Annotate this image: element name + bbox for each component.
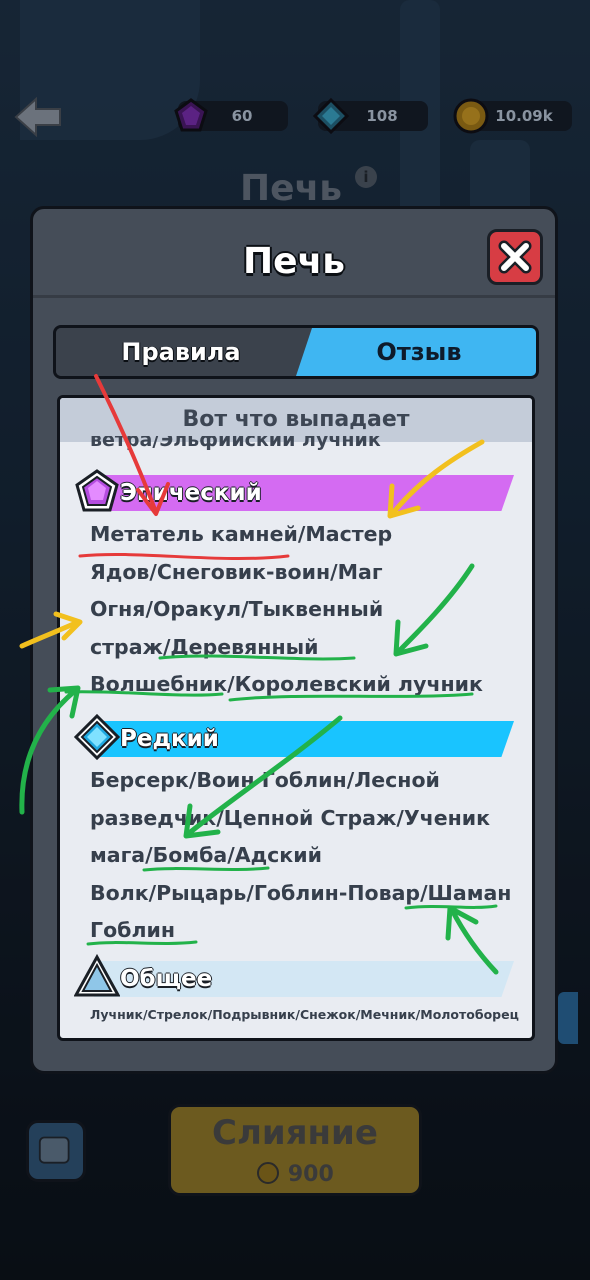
list-item: Волк/Рыцарь/Гоблин-Повар/Шаман [90,880,512,905]
epic-list: Метатель камней/Мастер Ядов/Снеговик-вои… [90,516,520,704]
diamond-gem-icon [74,714,120,760]
list-item: страж/Деревянный [90,634,319,659]
list-item: Волшебник/Королевский лучник [90,672,483,696]
blue-gem-value: 108 [366,107,398,125]
category-rare: Редкий [74,714,514,760]
info-icon: i [355,166,377,188]
modal-title: Печь [242,241,346,282]
purple-gem-counter: 60 [174,98,288,132]
blue-gem-counter: 108 [312,97,428,135]
purple-gem-icon [174,98,208,132]
title-divider [33,295,555,298]
gold-coin-icon [453,98,489,134]
gold-coin-counter: 10.09k [453,98,572,134]
category-label: Общее [120,966,213,992]
pentagon-gem-icon [75,469,119,512]
coin-icon [257,1162,280,1184]
common-list: Лучник/Стрелок/Подрывник/Снежок/Мечник/М… [90,1006,530,1024]
category-label: Эпический [120,480,262,506]
chest-icon [38,1136,70,1164]
rare-list: Берсерк/Воин Гоблин/Лесной разведчик/Цеп… [90,762,520,950]
background-title: Печь [240,168,343,209]
list-item: Гоблин [90,918,176,942]
tab-rules[interactable]: Правила [56,328,306,376]
list-item: разведчик/Цепной Страж/Ученик [90,805,491,830]
category-label: Редкий [120,726,219,752]
list-item: Берсерк/Воин Гоблин/Лесной [90,768,440,792]
list-item: Огня/Оракул/Тыквенный [90,597,384,621]
tab-review[interactable]: Отзыв [296,328,536,376]
drops-panel[interactable]: Вот что выпадает ветра/Эльфийский лучник… [57,395,535,1041]
list-item: мага/Бомба/Адский [90,843,322,867]
back-arrow-icon[interactable] [14,97,62,137]
side-button [558,992,578,1044]
blue-gem-icon [312,97,350,135]
category-epic: Эпический [74,469,514,512]
list-item: Метатель камней/Мастер [90,522,393,546]
merge-cost: 900 [171,1161,419,1187]
merge-cost-value: 900 [287,1162,334,1187]
close-button[interactable] [487,229,543,285]
category-common: Общее [74,954,514,998]
tab-bar: Правила Отзыв [53,325,539,379]
triangle-gem-icon [74,954,120,997]
purple-gem-value: 60 [231,107,253,125]
inventory-button [26,1120,86,1182]
furnace-modal: Печь Правила Отзыв Вот что выпадает ветр… [30,206,558,1074]
scrolled-line: ветра/Эльфийский лучник [90,436,381,450]
list-item: Лучник/Стрелок/Подрывник/Снежок/Мечник/М… [90,1007,519,1022]
merge-label: Слияние [212,1113,378,1153]
list-item: Ядов/Снеговик-воин/Маг [90,559,383,584]
top-bar: 60 108 10.09k [0,95,590,140]
merge-button: Слияние 900 [168,1104,422,1196]
close-icon [498,240,532,274]
